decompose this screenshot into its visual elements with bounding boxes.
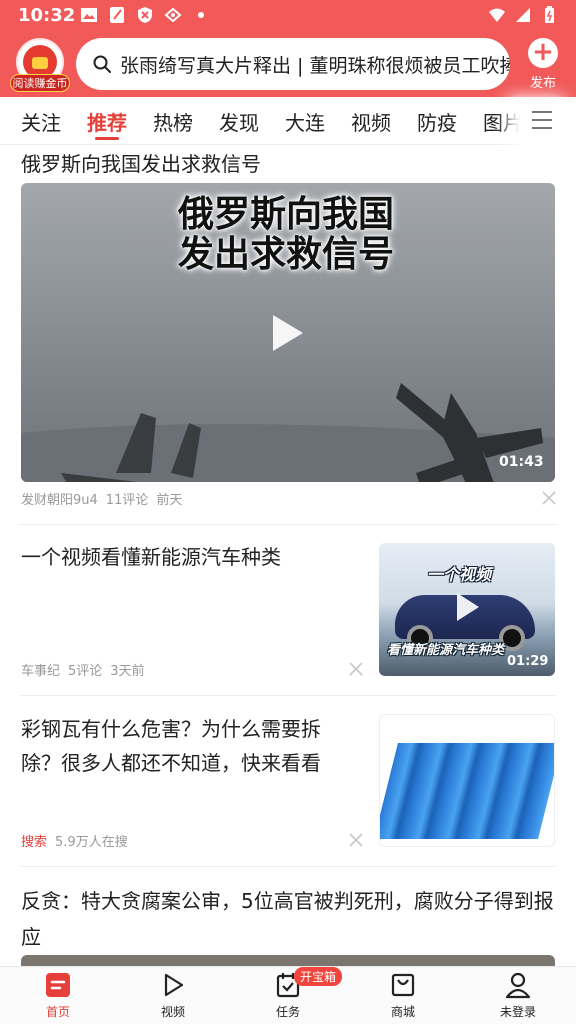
- car-thumbnail[interactable]: 一个视频 看懂新能源汽车种类 01:29: [379, 543, 555, 676]
- nav-label: 任务: [275, 1005, 300, 1019]
- video-duration: 01:29: [507, 654, 549, 669]
- item-comments: 11评论: [105, 493, 149, 508]
- wifi-icon: [489, 8, 505, 22]
- video-caption: 俄罗斯向我国发出求救信号: [177, 194, 394, 275]
- search-input[interactable]: 张雨绮写真大片释出 | 董明珠称很烦被员工吹捧: [76, 38, 510, 90]
- menu-icon[interactable]: [520, 97, 576, 145]
- tab-dalian[interactable]: 大连: [285, 107, 325, 137]
- tab-video[interactable]: 视频: [351, 107, 391, 137]
- note-icon: [110, 7, 124, 23]
- video-thumbnail[interactable]: 俄罗斯向我国发出求救信号 01:43: [21, 183, 555, 482]
- item-title[interactable]: 彩钢瓦有什么危害？为什么需要拆除？很多人都还不知道，快来看看: [21, 712, 351, 780]
- nav-video[interactable]: 视频: [133, 971, 213, 1020]
- shield-icon: [138, 7, 152, 23]
- item-source: 车事纪: [21, 664, 61, 679]
- nav-label: 首页: [45, 1005, 70, 1019]
- play-icon[interactable]: [457, 593, 479, 621]
- tab-hot[interactable]: 热榜: [153, 107, 193, 137]
- item-time: 前天: [156, 493, 183, 508]
- nav-profile[interactable]: 未登录: [478, 971, 558, 1020]
- tab-epidemic[interactable]: 防疫: [417, 107, 457, 137]
- channel-tabs: 关注 推荐 热榜 发现 大连 视频 防疫 图片: [0, 97, 576, 145]
- divider: [20, 524, 556, 525]
- item-meta: 发财朝阳9u4 11评论 前天: [21, 489, 182, 508]
- roof-thumbnail[interactable]: [379, 714, 555, 847]
- tab-discover[interactable]: 发现: [219, 107, 259, 137]
- thumb-caption-top: 一个视频: [427, 565, 492, 584]
- user-icon: [505, 972, 531, 999]
- shopping-bag-icon: [391, 973, 415, 997]
- search-count: 5.9万人在搜: [55, 835, 128, 850]
- status-icons-left: [80, 6, 210, 24]
- image-icon: [81, 8, 97, 22]
- item-meta: 车事纪 5评论 3天前: [21, 660, 145, 679]
- task-badge: 开宝箱: [294, 967, 343, 986]
- tab-recommend[interactable]: 推荐: [87, 107, 127, 137]
- tab-pictures[interactable]: 图片: [483, 107, 523, 137]
- dot-icon: [198, 12, 204, 18]
- search-hint: 张雨绮写真大片释出 | 董明珠称很烦被员工吹捧: [120, 54, 510, 77]
- play-icon[interactable]: [273, 315, 303, 351]
- tab-follow[interactable]: 关注: [21, 107, 61, 137]
- search-tag: 搜索: [21, 835, 48, 850]
- close-icon[interactable]: [349, 833, 363, 847]
- nav-label: 视频: [160, 1005, 185, 1019]
- publish-button[interactable]: + 发布: [518, 38, 568, 92]
- read-earn-coins-button[interactable]: 阅读赚金币: [10, 38, 70, 94]
- home-icon: [46, 973, 70, 997]
- nav-label: 未登录: [499, 1005, 536, 1019]
- plus-icon: +: [528, 38, 558, 68]
- vpn-icon: [164, 7, 182, 23]
- status-time: 10:32: [18, 5, 76, 26]
- header: 阅读赚金币 张雨绮写真大片释出 | 董明珠称很烦被员工吹捧 + 发布: [0, 34, 576, 96]
- close-icon[interactable]: [542, 491, 556, 505]
- divider: [20, 866, 556, 867]
- status-bar: 10:32: [0, 0, 576, 32]
- avatar-badge: 阅读赚金币: [10, 74, 70, 92]
- search-icon: [93, 55, 111, 73]
- divider: [20, 695, 556, 696]
- nav-tasks[interactable]: 任务 开宝箱: [248, 967, 343, 1020]
- item-comments: 5评论: [68, 664, 103, 679]
- thumb-caption-bottom: 看懂新能源汽车种类: [387, 643, 505, 658]
- publish-label: 发布: [529, 76, 556, 91]
- item-title[interactable]: 俄罗斯向我国发出求救信号: [21, 148, 261, 180]
- item-time: 3天前: [110, 664, 145, 679]
- item-source: 发财朝阳9u4: [21, 493, 98, 508]
- nav-home[interactable]: 首页: [18, 971, 98, 1020]
- status-icons-right: [488, 6, 558, 24]
- item-meta: 搜索 5.9万人在搜: [21, 831, 128, 850]
- video-duration: 01:43: [499, 454, 544, 470]
- nav-mall[interactable]: 商城: [363, 971, 443, 1020]
- steel-tile-image: [380, 743, 554, 839]
- signal-icon: [516, 8, 530, 22]
- bottom-nav: 首页 视频 任务 开宝箱 商城 未登录: [0, 966, 576, 1024]
- battery-icon: [545, 6, 554, 23]
- nav-label: 商城: [390, 1005, 415, 1019]
- active-tab-indicator: [95, 137, 119, 140]
- item-title[interactable]: 一个视频看懂新能源汽车种类: [21, 541, 361, 573]
- play-icon: [164, 973, 184, 997]
- item-title[interactable]: 反贪：特大贪腐案公审，5位高官被判死刑，腐败分子得到报应: [21, 883, 556, 955]
- close-icon[interactable]: [349, 662, 363, 676]
